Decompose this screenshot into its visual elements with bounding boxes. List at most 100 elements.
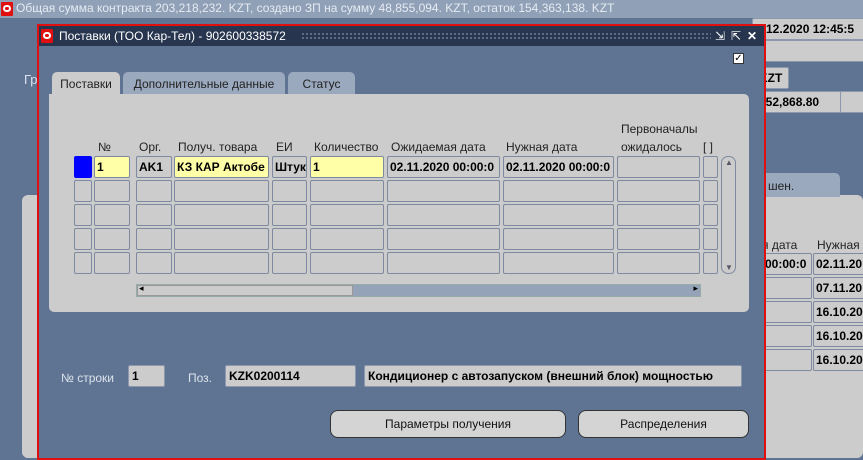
parent-col-header: я дата	[762, 238, 798, 252]
receipt-params-button[interactable]: Параметры получения	[330, 410, 566, 438]
header-original-2: ожидалось	[621, 140, 683, 154]
grid-cell[interactable]	[703, 228, 718, 250]
cell-expected-date[interactable]: 02.11.2020 00:00:0	[387, 156, 500, 178]
grid-cell[interactable]	[310, 252, 384, 274]
parent-cell[interactable]: 16.10.20	[813, 301, 863, 323]
grid-cell[interactable]	[387, 204, 500, 226]
grid-cell[interactable]	[387, 252, 500, 274]
grid-cell[interactable]	[94, 252, 130, 274]
contract-summary-text: Общая сумма контракта 203,218,232. KZT, …	[16, 1, 615, 15]
grid-cell[interactable]	[617, 204, 700, 226]
scroll-left-icon[interactable]: ◂	[139, 283, 144, 294]
line-number-label: № строки	[61, 371, 115, 385]
cell-num[interactable]: 1	[94, 156, 130, 178]
description-field[interactable]: Кондиционер с автозапуском (внешний блок…	[364, 365, 742, 387]
cell-qty[interactable]: 1	[310, 156, 384, 178]
parent-cell[interactable]	[762, 277, 812, 299]
grid-cell[interactable]	[74, 252, 92, 274]
close-icon[interactable]: ✕	[747, 26, 757, 46]
tab-status[interactable]: Статус	[288, 72, 355, 96]
grid-cell[interactable]	[174, 180, 269, 202]
grid-cell[interactable]	[272, 228, 307, 250]
grid-cell[interactable]	[272, 180, 307, 202]
cell-flex[interactable]	[703, 156, 718, 178]
shipments-panel: № Орг. Получ. товара ЕИ Количество Ожида…	[49, 94, 749, 312]
grid-cell[interactable]	[174, 228, 269, 250]
grid-cell[interactable]	[703, 180, 718, 202]
distributions-button[interactable]: Распределения	[578, 410, 749, 438]
scroll-thumb[interactable]	[137, 285, 353, 296]
scroll-up-icon[interactable]: ▲	[725, 158, 733, 167]
header-expected-date: Ожидаемая дата	[391, 140, 486, 154]
datetime-field[interactable]: 3.12.2020 12:45:5	[752, 18, 863, 40]
dialog-title-bar[interactable]: Поставки (ТОО Кар-Тел) - 902600338572 ⇲ …	[39, 26, 764, 46]
position-field[interactable]: KZK0200114	[225, 365, 356, 387]
grid-cell[interactable]	[74, 204, 92, 226]
parent-field[interactable]	[752, 40, 863, 62]
dialog-title: Поставки (ТОО Кар-Тел) - 902600338572	[59, 29, 286, 43]
oracle-logo-icon	[1, 2, 13, 16]
grid-cell[interactable]	[617, 180, 700, 202]
grid-cell[interactable]	[703, 252, 718, 274]
grid-cell[interactable]	[503, 180, 614, 202]
row-selector-active[interactable]	[74, 156, 92, 178]
grid-cell[interactable]	[503, 228, 614, 250]
header-flex: [ ]	[703, 140, 714, 154]
grid-cell[interactable]	[310, 204, 384, 226]
grid-cell[interactable]	[136, 252, 172, 274]
cell-needed-date[interactable]: 02.11.2020 00:00:0	[503, 156, 614, 178]
grid-cell[interactable]	[310, 180, 384, 202]
line-number-field[interactable]: 1	[128, 365, 165, 387]
parent-cell[interactable]	[762, 349, 812, 371]
checkbox[interactable]: ✓	[733, 53, 744, 64]
cell-uom[interactable]: Штук	[272, 156, 307, 178]
maximize-icon[interactable]: ⇱	[731, 26, 741, 46]
parent-col-header: Нужная	[817, 238, 860, 252]
scroll-down-icon[interactable]: ▼	[725, 263, 733, 272]
cell-original-date[interactable]	[617, 156, 700, 178]
grid-cell[interactable]	[74, 228, 92, 250]
grid-cell[interactable]	[136, 180, 172, 202]
tab-additional-data[interactable]: Дополнительные данные	[123, 72, 285, 96]
parent-cell[interactable]: 02.11.20	[813, 253, 863, 275]
scroll-right-icon[interactable]: ▸	[693, 283, 698, 294]
parent-cell[interactable]	[762, 301, 812, 323]
header-num: №	[98, 140, 111, 154]
tab-shipments[interactable]: Поставки	[52, 72, 120, 97]
grid-cell[interactable]	[136, 204, 172, 226]
grid-cell[interactable]	[503, 252, 614, 274]
grid-cell[interactable]	[174, 252, 269, 274]
position-label: Поз.	[188, 371, 212, 385]
grid-cell[interactable]	[310, 228, 384, 250]
header-org: Орг.	[139, 140, 162, 154]
grid-cell[interactable]	[387, 180, 500, 202]
grid-cell[interactable]	[174, 204, 269, 226]
grid-cell[interactable]	[617, 228, 700, 250]
header-uom: ЕИ	[276, 140, 293, 154]
horizontal-scrollbar[interactable]: ◂ ▸	[136, 283, 701, 297]
vertical-scrollbar[interactable]: ▲ ▼	[721, 156, 736, 274]
parent-label: Гр	[24, 72, 38, 87]
parent-cell[interactable]: 07.11.20	[813, 277, 863, 299]
grid-cell[interactable]	[703, 204, 718, 226]
grid-cell[interactable]	[94, 180, 130, 202]
grid-cell[interactable]	[74, 180, 92, 202]
grid-cell[interactable]	[94, 228, 130, 250]
parent-field-2[interactable]	[840, 91, 863, 113]
parent-cell[interactable]	[762, 325, 812, 347]
grid-cell[interactable]	[136, 228, 172, 250]
grid-cell[interactable]	[387, 228, 500, 250]
grid-cell[interactable]	[617, 252, 700, 274]
parent-cell[interactable]: 16.10.20	[813, 325, 863, 347]
grid-cell[interactable]	[272, 204, 307, 226]
parent-status-bar: Общая сумма контракта 203,218,232. KZT, …	[0, 0, 863, 18]
grid-cell[interactable]	[503, 204, 614, 226]
parent-cell[interactable]: 00:00:0	[762, 253, 812, 275]
grid-cell[interactable]	[94, 204, 130, 226]
grid-cell[interactable]	[272, 252, 307, 274]
drag-handle[interactable]	[301, 32, 711, 40]
cell-receiver[interactable]: КЗ КАР Актобе	[174, 156, 269, 178]
cell-org[interactable]: AK1	[136, 156, 172, 178]
parent-cell[interactable]: 16.10.20	[813, 349, 863, 371]
minimize-icon[interactable]: ⇲	[715, 26, 725, 46]
